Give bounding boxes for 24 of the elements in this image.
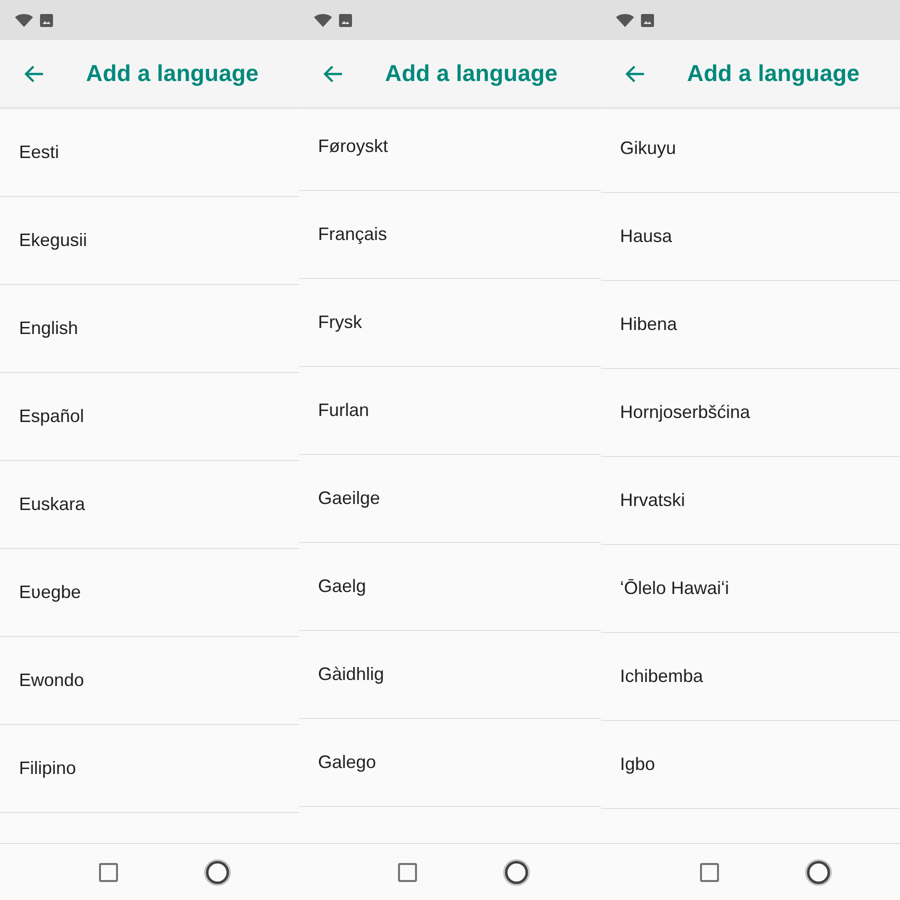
recents-button[interactable] <box>398 862 417 882</box>
screen-title: Add a language <box>86 60 259 87</box>
square-icon <box>99 862 118 882</box>
wifi-icon <box>15 14 33 26</box>
wifi-icon <box>616 14 634 26</box>
image-icon <box>40 14 53 26</box>
circle-icon <box>503 858 530 886</box>
circle-icon <box>805 858 832 886</box>
back-arrow-icon <box>323 64 343 82</box>
recents-button[interactable] <box>99 862 118 882</box>
recents-button[interactable] <box>700 862 719 882</box>
wifi-icon <box>314 14 332 26</box>
circle-icon <box>204 858 231 886</box>
home-button[interactable] <box>503 858 530 886</box>
back-arrow-icon <box>625 64 645 82</box>
screen-title: Add a language <box>385 60 558 87</box>
image-icon <box>339 14 352 26</box>
back-arrow-icon <box>24 64 44 82</box>
square-icon <box>700 862 719 882</box>
image-icon <box>641 14 654 26</box>
home-button[interactable] <box>805 858 832 886</box>
screen-title: Add a language <box>687 60 860 87</box>
square-icon <box>398 862 417 882</box>
home-button[interactable] <box>204 858 231 886</box>
